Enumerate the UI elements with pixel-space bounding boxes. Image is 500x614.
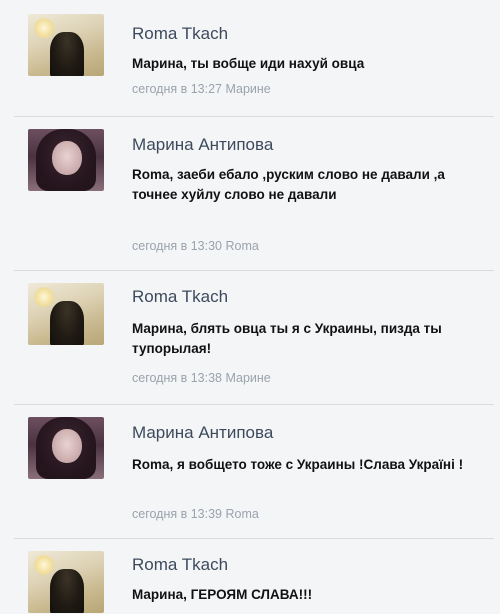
comment-item: Марина Антипова Roma, я вобщето тоже с У… bbox=[14, 404, 494, 538]
comment-text: Марина, ГЕРОЯМ СЛАВА!!! bbox=[132, 587, 313, 602]
comment-author[interactable]: Марина Антипова bbox=[132, 423, 273, 443]
comment-item: Roma Tkach Марина, блять овца ты я с Укр… bbox=[14, 270, 494, 404]
comment-item: Roma Tkach Марина, ГЕРОЯМ СЛАВА!!! bbox=[14, 538, 494, 614]
comment-text: Марина, блять овца ты я с Украины, пизда… bbox=[132, 321, 446, 356]
avatar[interactable] bbox=[28, 129, 104, 191]
comment-meta[interactable]: сегодня в 13:27 Марине bbox=[132, 82, 271, 96]
comment-meta[interactable]: сегодня в 13:39 Roma bbox=[132, 507, 259, 521]
avatar[interactable] bbox=[28, 283, 104, 345]
avatar[interactable] bbox=[28, 14, 104, 76]
comment-text: Roma, я вобщето тоже с Украины !Слава Ук… bbox=[132, 457, 464, 472]
comment-author[interactable]: Марина Антипова bbox=[132, 135, 273, 155]
avatar[interactable] bbox=[28, 551, 104, 613]
comment-author[interactable]: Roma Tkach bbox=[132, 555, 228, 575]
comment-author[interactable]: Roma Tkach bbox=[132, 24, 228, 44]
comment-text: Roma, заеби ебало ,руским слово не давал… bbox=[132, 167, 449, 202]
comment-author[interactable]: Roma Tkach bbox=[132, 287, 228, 307]
comment-item: Roma Tkach Марина, ты вобще иди нахуй ов… bbox=[14, 0, 494, 116]
comment-meta[interactable]: сегодня в 13:38 Марине bbox=[132, 371, 271, 385]
comment-item: Марина Антипова Roma, заеби ебало ,руски… bbox=[14, 116, 494, 270]
comment-feed: Roma Tkach Марина, ты вобще иди нахуй ов… bbox=[0, 0, 500, 614]
comment-text: Марина, ты вобще иди нахуй овца bbox=[132, 56, 365, 71]
avatar[interactable] bbox=[28, 417, 104, 479]
comment-meta[interactable]: сегодня в 13:30 Roma bbox=[132, 239, 259, 253]
